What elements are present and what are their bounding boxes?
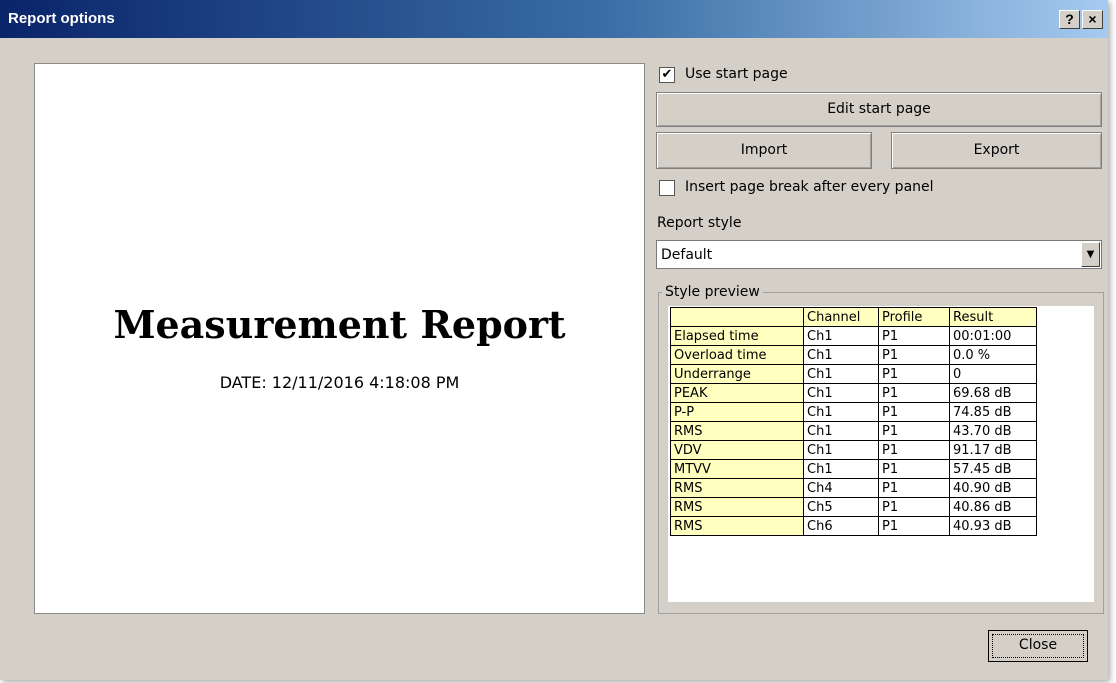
table-cell: 0 — [949, 364, 1037, 384]
import-button[interactable]: Import — [656, 132, 872, 169]
table-row: PEAK Ch1 P1 69.68 dB — [670, 383, 1037, 403]
table-cell: RMS — [670, 421, 804, 441]
table-row: P-P Ch1 P1 74.85 dB — [670, 402, 1037, 422]
help-button[interactable]: ? — [1059, 10, 1080, 29]
table-cell: RMS — [670, 497, 804, 517]
table-cell: RMS — [670, 516, 804, 536]
table-cell: 74.85 dB — [949, 402, 1037, 422]
report-options-dialog: Report options ? × Measurement Report DA… — [0, 0, 1108, 680]
table-cell: P1 — [878, 402, 950, 422]
table-row: RMS Ch6 P1 40.93 dB — [670, 516, 1037, 536]
use-start-page-checkbox[interactable]: ✔ — [659, 67, 675, 83]
table-cell: Ch1 — [803, 459, 879, 479]
window-close-button[interactable]: × — [1082, 10, 1103, 29]
table-cell: P1 — [878, 326, 950, 346]
table-row: Underrange Ch1 P1 0 — [670, 364, 1037, 384]
table-cell: Ch1 — [803, 364, 879, 384]
dropdown-arrow-icon[interactable]: ▼ — [1081, 242, 1100, 267]
table-cell: P1 — [878, 345, 950, 365]
page-break-checkbox[interactable] — [659, 180, 675, 196]
close-button[interactable]: Close — [988, 630, 1088, 662]
table-cell: PEAK — [670, 383, 804, 403]
table-cell: P-P — [670, 402, 804, 422]
table-cell: P1 — [878, 364, 950, 384]
table-cell: VDV — [670, 440, 804, 460]
table-cell: P1 — [878, 459, 950, 479]
report-date: DATE: 12/11/2016 4:18:08 PM — [219, 373, 460, 392]
table-cell: P1 — [878, 497, 950, 517]
table-cell: P1 — [878, 421, 950, 441]
table-row: Overload time Ch1 P1 0.0 % — [670, 345, 1037, 365]
table-cell: Elapsed time — [670, 326, 804, 346]
export-button[interactable]: Export — [891, 132, 1102, 169]
title-bar[interactable]: Report options ? × — [0, 0, 1108, 38]
table-cell: 40.93 dB — [949, 516, 1037, 536]
table-row: RMS Ch4 P1 40.90 dB — [670, 478, 1037, 498]
report-style-value: Default — [661, 247, 713, 263]
table-cell: 40.90 dB — [949, 478, 1037, 498]
window-title: Report options — [8, 10, 115, 27]
table-cell: P1 — [878, 383, 950, 403]
table-cell: P1 — [878, 516, 950, 536]
table-header-cell: Result — [949, 307, 1037, 327]
table-cell: 69.68 dB — [949, 383, 1037, 403]
table-cell: Ch1 — [803, 402, 879, 422]
table-cell: Overload time — [670, 345, 804, 365]
table-row: VDV Ch1 P1 91.17 dB — [670, 440, 1037, 460]
report-style-label: Report style — [657, 215, 742, 231]
table-header-cell — [670, 307, 804, 327]
use-start-page-label[interactable]: Use start page — [685, 66, 788, 82]
table-cell: 0.0 % — [949, 345, 1037, 365]
table-cell: Ch6 — [803, 516, 879, 536]
table-header-row: Channel Profile Result — [670, 307, 1037, 327]
table-cell: Ch1 — [803, 421, 879, 441]
table-header-cell: Channel — [803, 307, 879, 327]
report-title: Measurement Report — [113, 302, 566, 347]
table-cell: 00:01:00 — [949, 326, 1037, 346]
table-cell: 57.45 dB — [949, 459, 1037, 479]
report-style-select[interactable]: Default ▼ — [656, 240, 1102, 269]
table-cell: 43.70 dB — [949, 421, 1037, 441]
table-cell: Underrange — [670, 364, 804, 384]
edit-start-page-button[interactable]: Edit start page — [656, 92, 1102, 127]
style-preview-table: Channel Profile Result Elapsed time Ch1 P1 00:… — [670, 307, 1037, 536]
table-cell: 91.17 dB — [949, 440, 1037, 460]
table-cell: Ch1 — [803, 383, 879, 403]
report-preview-pane: Measurement Report DATE: 12/11/2016 4:18… — [34, 63, 645, 614]
table-cell: MTVV — [670, 459, 804, 479]
table-cell: Ch1 — [803, 345, 879, 365]
table-cell: Ch1 — [803, 326, 879, 346]
table-row: Elapsed time Ch1 P1 00:01:00 — [670, 326, 1037, 346]
focus-rect — [992, 634, 1084, 658]
table-row: MTVV Ch1 P1 57.45 dB — [670, 459, 1037, 479]
page-break-label[interactable]: Insert page break after every panel — [685, 179, 934, 195]
table-cell: RMS — [670, 478, 804, 498]
table-cell: Ch4 — [803, 478, 879, 498]
table-row: RMS Ch1 P1 43.70 dB — [670, 421, 1037, 441]
table-cell: P1 — [878, 440, 950, 460]
table-cell: P1 — [878, 478, 950, 498]
style-preview-label: Style preview — [662, 284, 763, 300]
table-cell: Ch5 — [803, 497, 879, 517]
table-cell: Ch1 — [803, 440, 879, 460]
table-header-cell: Profile — [878, 307, 950, 327]
table-cell: 40.86 dB — [949, 497, 1037, 517]
table-row: RMS Ch5 P1 40.86 dB — [670, 497, 1037, 517]
